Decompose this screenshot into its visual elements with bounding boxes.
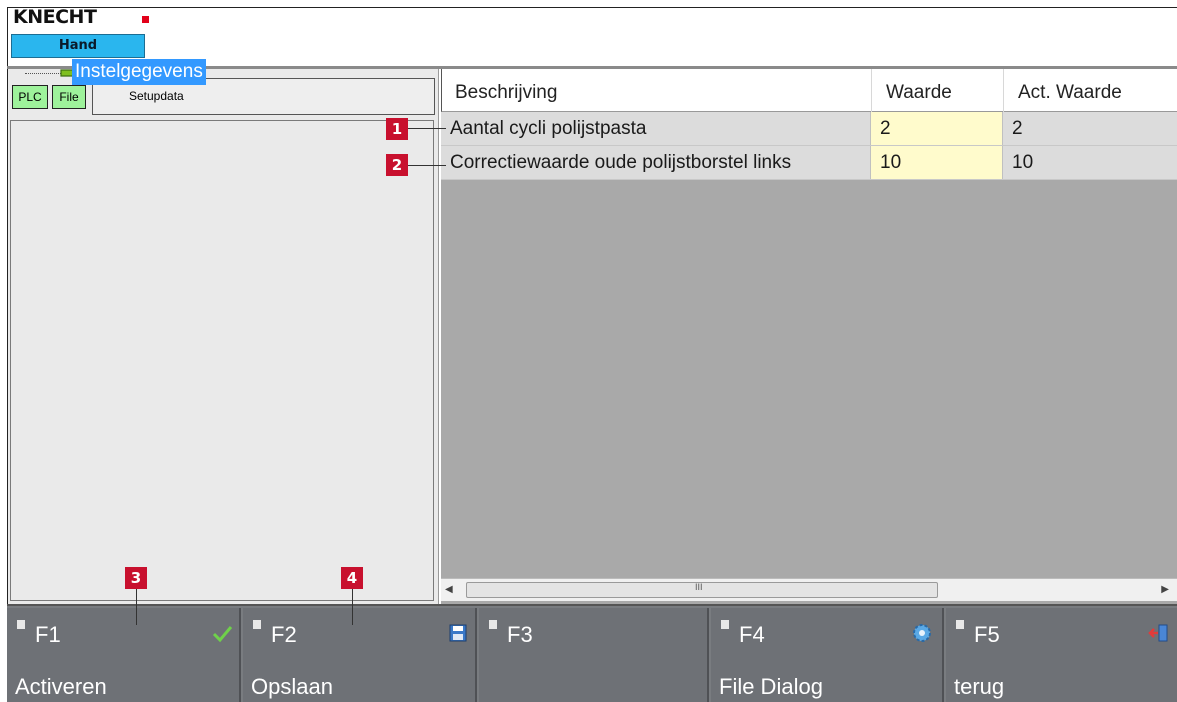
grid-header: Beschrijving Waarde Act. Waarde [441,69,1177,112]
callout-3: 3 [125,567,147,589]
exit-icon [1148,624,1168,642]
cell-description: Aantal cycli polijstpasta [441,112,871,145]
gear-icon [913,624,931,642]
fkey-number: F2 [271,622,297,647]
cell-description: Correctiewaarde oude polijstborstel link… [441,146,871,179]
data-grid: Beschrijving Waarde Act. Waarde Aantal c… [441,69,1177,604]
callout-2: 2 [386,154,408,176]
callout-leader-1 [408,128,446,129]
fkey-number: F4 [739,622,765,647]
status-led [956,620,964,629]
tree-view[interactable] [10,120,434,601]
f2-opslaan-button[interactable]: F2 Opslaan [243,608,477,702]
fkey-label: terug [954,674,1005,699]
f1-activeren-button[interactable]: F1 Activeren [7,608,241,702]
tree-item-instelgegevens[interactable]: Instelgegevens [72,59,206,85]
f4-file-dialog-button[interactable]: F4 File Dialog [711,608,944,702]
horizontal-scrollbar[interactable]: ◀ III ▶ [441,578,1177,601]
scrollbar-grip: III [695,582,703,592]
callout-leader-2 [408,165,446,166]
fkey-number: F3 [507,622,533,647]
check-icon [212,626,233,643]
callout-1: 1 [386,118,408,140]
fkey-number: F1 [35,622,61,647]
function-key-bar: F1 Activeren F2 Opslaan F3 F4 File Dialo… [7,604,1177,702]
logo-red-dot [142,16,149,23]
table-row[interactable]: Correctiewaarde oude polijstborstel link… [441,146,1177,180]
cell-actual-value: 10 [1003,146,1177,179]
knecht-logo: KNECHT [13,6,97,28]
status-led [253,620,261,629]
save-icon [449,624,467,642]
callout-leader-4 [352,589,353,625]
fkey-label: Activeren [15,674,107,699]
scrollbar-thumb[interactable]: III [466,582,938,598]
callout-4: 4 [341,567,363,589]
fkey-label: File Dialog [719,674,823,699]
callout-leader-3 [136,589,137,625]
cell-value-input[interactable]: 2 [871,112,1003,145]
status-led [721,620,729,629]
fkey-number: F5 [974,622,1000,647]
fkey-label: Opslaan [251,674,333,699]
status-led [489,620,497,629]
file-button[interactable]: File [52,85,86,109]
mode-badge: Hand [11,34,145,58]
cell-actual-value: 2 [1003,112,1177,145]
f3-button[interactable]: F3 [479,608,709,702]
status-led [17,620,25,629]
scroll-left-icon[interactable]: ◀ [445,584,453,595]
column-header-actual-value[interactable]: Act. Waarde [1004,69,1177,112]
table-row[interactable]: Aantal cycli polijstpasta 2 2 [441,112,1177,146]
column-header-value[interactable]: Waarde [872,69,1004,112]
column-header-description[interactable]: Beschrijving [442,69,872,112]
left-panel: PLC File Setupdata [8,69,439,604]
cell-value-input[interactable]: 10 [871,146,1003,179]
f5-terug-button[interactable]: F5 terug [946,608,1177,702]
plc-button[interactable]: PLC [12,85,48,109]
scroll-right-icon[interactable]: ▶ [1161,584,1169,595]
